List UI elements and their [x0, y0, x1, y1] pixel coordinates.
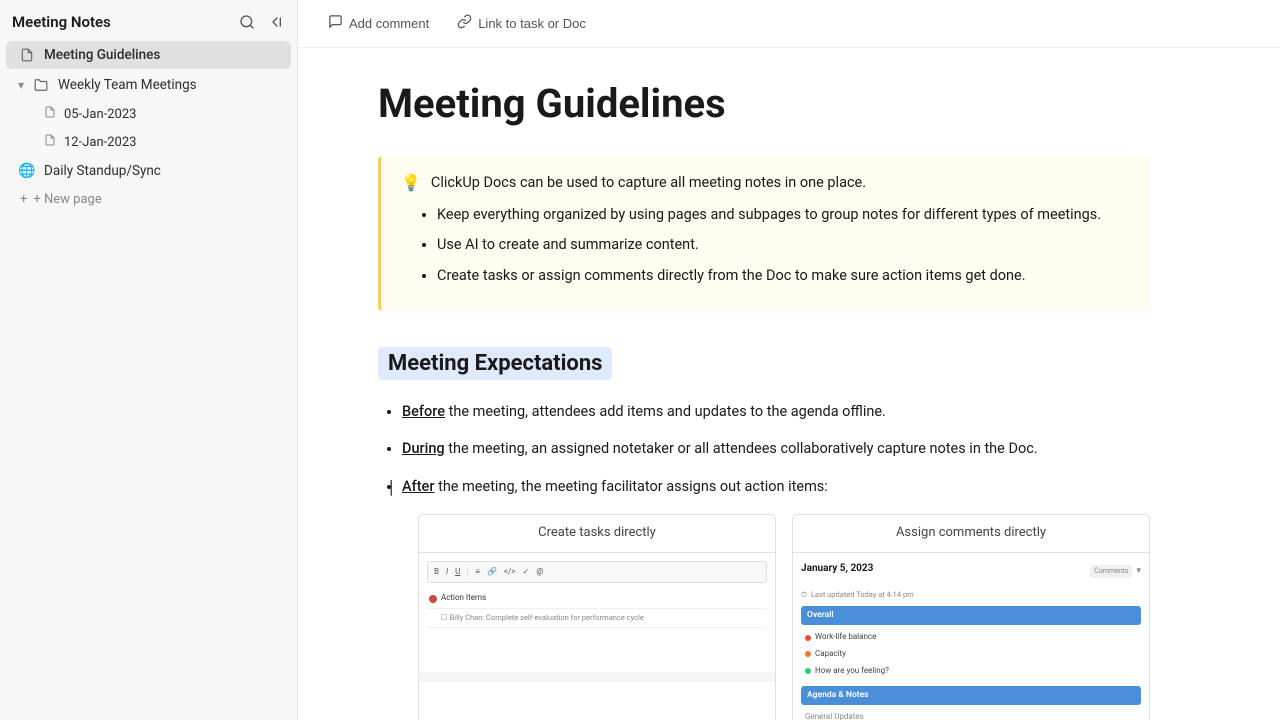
list-item: After the meeting, the meeting facilitat… [402, 475, 1150, 720]
mock-date: January 5, 2023 [801, 561, 873, 577]
sidebar-toolbar [237, 12, 285, 32]
link-button[interactable]: Link to task or Doc [451, 10, 592, 37]
collapse-sidebar-button[interactable] [265, 12, 285, 32]
create-tasks-title: Create tasks directly [419, 515, 775, 552]
assign-comments-body: January 5, 2023 Comments ▾ ⏱Last updated… [793, 552, 1149, 720]
sidebar-item-label: 12-Jan-2023 [64, 135, 136, 150]
section-heading: Meeting Expectations [378, 347, 612, 380]
plus-icon: + [20, 192, 27, 207]
sidebar-item-05-jan-2023[interactable]: 05-Jan-2023 [6, 101, 291, 127]
before-label: Before [402, 403, 445, 420]
task-name-mock: Action Items [441, 592, 486, 605]
link-icon [457, 14, 472, 33]
overall-section-bar: Overall [801, 606, 1141, 626]
lightbulb-icon: 💡 [401, 173, 421, 192]
mock-last-updated: ⏱Last updated Today at 4:14 pm [801, 589, 1141, 601]
callout-list: Keep everything organized by using pages… [437, 204, 1130, 287]
folder-icon [32, 78, 50, 92]
status-dot [805, 651, 811, 657]
task-row: Action Items [427, 589, 767, 609]
comment-icon [328, 14, 343, 33]
list-item: Keep everything organized by using pages… [437, 204, 1130, 226]
divider [467, 567, 468, 577]
assign-comments-title: Assign comments directly [793, 515, 1149, 552]
during-label: During [402, 440, 445, 457]
status-dot [805, 635, 811, 641]
task-btn: ✓ [520, 565, 531, 580]
italic-btn: I [444, 565, 450, 580]
doc-body: Meeting Guidelines 💡 ClickUp Docs can be… [298, 48, 1198, 720]
subdoc-icon [44, 106, 56, 122]
mock-item-label: Capacity [815, 648, 846, 661]
doc-icon [18, 48, 36, 62]
globe-icon: 🌐 [18, 163, 36, 179]
after-text: the meeting, the meeting facilitator ass… [438, 478, 828, 495]
list-btn: ≡ [473, 565, 482, 580]
mock-item-capacity: Capacity [801, 646, 1141, 663]
callout-header: 💡 ClickUp Docs can be used to capture al… [401, 172, 1130, 194]
callout-box: 💡 ClickUp Docs can be used to capture al… [378, 156, 1150, 311]
expectations-list: Before the meeting, attendees add items … [402, 400, 1150, 720]
callout-main-text: ClickUp Docs can be used to capture all … [431, 172, 866, 194]
list-item: Use AI to create and summarize content. [437, 234, 1130, 256]
agenda-section-bar: Agenda & Notes [801, 686, 1141, 706]
mock-item-label: How are you feeling? [815, 665, 889, 678]
sidebar-item-label: Daily Standup/Sync [44, 163, 279, 179]
chevron-down-icon: ▾ [18, 78, 24, 92]
mock-comments-label: Comments [1090, 565, 1132, 578]
comment-screen-mock: January 5, 2023 Comments ▾ ⏱Last updated… [793, 552, 1149, 720]
sidebar-item-label: Weekly Team Meetings [58, 77, 279, 93]
sidebar-item-daily-standup[interactable]: 🌐 Daily Standup/Sync [6, 157, 291, 185]
add-comment-label: Add comment [349, 16, 429, 31]
mock-item-label: Work-life balance [815, 631, 876, 644]
task-row: ☐ Billy Chan: Complete self-evaluation f… [427, 609, 767, 628]
add-comment-button[interactable]: Add comment [322, 10, 435, 37]
assign-comments-card: Assign comments directly January 5, 2023… [792, 514, 1150, 720]
mention-btn: @ [534, 565, 545, 580]
sidebar-title: Meeting Notes [12, 13, 111, 31]
create-tasks-card: Create tasks directly B I U ≡ 🔗 [418, 514, 776, 720]
sidebar-nav: Meeting Guidelines ▾ Weekly Team Meeting… [0, 40, 297, 213]
new-page-button[interactable]: + + New page [6, 187, 291, 212]
main-content: Add comment Link to task or Doc Meeting … [298, 0, 1280, 720]
collapse-icon [267, 14, 283, 30]
status-dot [805, 668, 811, 674]
sidebar-item-12-jan-2023[interactable]: 12-Jan-2023 [6, 129, 291, 155]
before-text: the meeting, attendees add items and upd… [449, 403, 886, 420]
mock-item-feeling: How are you feeling? [801, 663, 1141, 680]
list-item: During the meeting, an assigned notetake… [402, 437, 1150, 460]
mock-item-general: General Updates [801, 709, 1141, 720]
search-button[interactable] [237, 12, 257, 32]
sidebar-item-weekly-team-meetings[interactable]: ▾ Weekly Team Meetings [6, 71, 291, 99]
sidebar-item-label: 05-Jan-2023 [64, 107, 136, 122]
sidebar-item-label: Meeting Guidelines [44, 47, 279, 63]
section-heading-wrapper: Meeting Expectations [378, 347, 1150, 380]
sidebar-header: Meeting Notes [0, 8, 297, 40]
new-page-label: + New page [33, 192, 101, 207]
link-btn: 🔗 [485, 565, 499, 580]
underline-btn: U [453, 565, 462, 580]
task-status-dot [429, 595, 437, 603]
list-item: Create tasks or assign comments directly… [437, 265, 1130, 287]
during-text: the meeting, an assigned notetaker or al… [448, 440, 1037, 457]
task-toolbar-mock: B I U ≡ 🔗 </> ✓ @ [427, 561, 767, 584]
after-label: After [402, 478, 434, 495]
task-screen-mock: B I U ≡ 🔗 </> ✓ @ [419, 552, 775, 672]
doc-toolbar: Add comment Link to task or Doc [298, 0, 1280, 48]
code-btn: </> [502, 565, 518, 580]
sidebar: Meeting Notes Meeting Guidelines [0, 0, 298, 720]
mock-item-work-life: Work-life balance [801, 629, 1141, 646]
subdoc-icon [44, 134, 56, 150]
bold-btn: B [432, 565, 441, 580]
mock-expand-btn: ▾ [1136, 564, 1141, 578]
link-label: Link to task or Doc [478, 16, 586, 31]
doc-title: Meeting Guidelines [378, 80, 1150, 128]
sidebar-item-meeting-guidelines[interactable]: Meeting Guidelines [6, 41, 291, 69]
image-grid: Create tasks directly B I U ≡ 🔗 [418, 514, 1150, 720]
mock-item-label: General Updates [805, 711, 864, 720]
search-icon [239, 14, 255, 30]
create-tasks-body: B I U ≡ 🔗 </> ✓ @ [419, 552, 775, 682]
task-sub-mock: ☐ Billy Chan: Complete self-evaluation f… [441, 612, 644, 624]
list-item: Before the meeting, attendees add items … [402, 400, 1150, 423]
